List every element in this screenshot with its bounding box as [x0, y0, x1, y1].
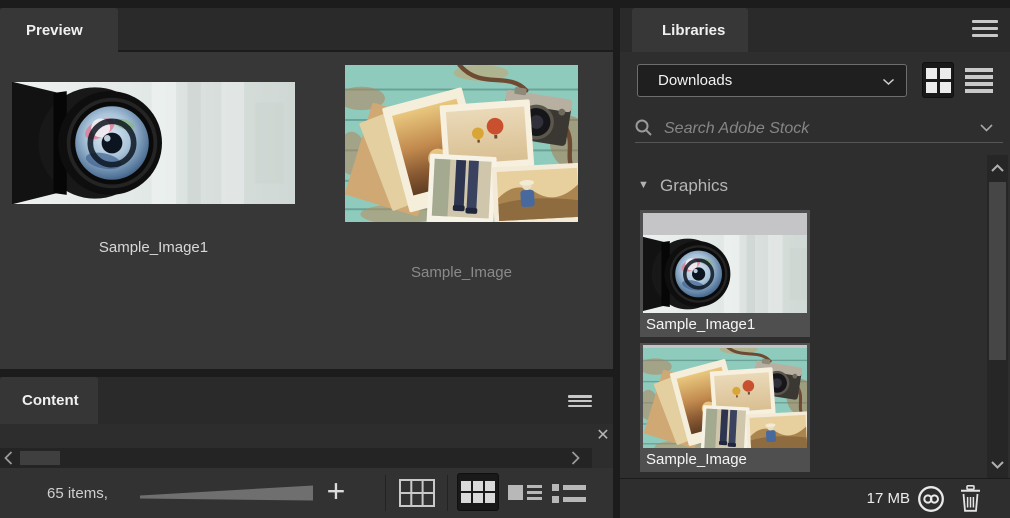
details-view-button[interactable] — [506, 477, 544, 509]
library-item-sample-image1[interactable]: Sample_Image1 — [640, 210, 810, 337]
scroll-up-icon[interactable] — [991, 164, 1004, 172]
library-grid-icon — [925, 67, 951, 93]
toolbar-divider — [447, 475, 448, 511]
delete-trash-icon[interactable] — [960, 485, 981, 512]
preview-image-label: Sample_Image1 — [98, 239, 209, 256]
tab-libraries[interactable]: Libraries — [632, 8, 748, 52]
content-toolbar: 65 items, + — [0, 468, 613, 518]
scroll-down-icon[interactable] — [991, 461, 1004, 469]
grid-lock-view-button[interactable] — [397, 477, 437, 509]
toolbar-divider — [385, 475, 386, 511]
search-options-chevron-icon[interactable] — [980, 124, 993, 132]
libraries-footer: 17 MB — [620, 478, 1010, 518]
app-window: Preview Sample_Image1 Sample_Image Conte… — [0, 0, 1010, 518]
storage-size-label: 17 MB — [866, 490, 910, 507]
close-icon[interactable]: ✕ — [593, 426, 613, 446]
scroll-left-icon[interactable] — [4, 451, 13, 465]
library-list-icon — [965, 67, 993, 93]
content-tab-label: Content — [22, 392, 79, 409]
panel-menu-icon[interactable] — [568, 395, 592, 407]
grid-lock-icon — [399, 479, 435, 507]
vertical-scrollbar[interactable] — [987, 155, 1008, 478]
photo-collage-thumbnail — [643, 348, 807, 448]
library-item-sample-image[interactable]: Sample_Image — [640, 343, 810, 472]
collapse-triangle-icon: ▼ — [638, 179, 649, 191]
preview-image-photo-collage[interactable] — [345, 65, 578, 222]
hscroll-thumb[interactable] — [20, 451, 60, 465]
details-view-icon — [508, 485, 542, 500]
content-panel: Content ✕ 65 items, + — [0, 377, 613, 518]
library-thumbnail — [643, 345, 807, 448]
thumbnail-view-button[interactable] — [457, 473, 499, 511]
library-list-view-button[interactable] — [963, 64, 995, 96]
library-item-label: Sample_Image — [646, 451, 747, 468]
graphics-section-header[interactable]: ▼ Graphics — [638, 176, 838, 196]
libraries-tab-label: Libraries — [662, 21, 726, 39]
library-folder-select[interactable]: Downloads — [637, 64, 907, 97]
search-input[interactable] — [662, 116, 966, 142]
preview-image-label: Sample_Image — [411, 264, 512, 281]
search-underline — [635, 142, 1003, 143]
library-grid-view-button[interactable] — [922, 62, 954, 98]
creative-cloud-sync-icon[interactable] — [917, 485, 945, 513]
increase-thumbnail-size-icon[interactable]: + — [322, 473, 350, 509]
content-subheader — [0, 424, 613, 448]
scroll-right-icon[interactable] — [571, 451, 580, 465]
items-count-label: 65 items, — [47, 485, 108, 502]
vscroll-thumb[interactable] — [989, 182, 1006, 360]
search-icon — [635, 119, 652, 136]
list-view-icon — [552, 483, 586, 503]
tab-content[interactable]: Content — [0, 377, 98, 424]
horizontal-scrollbar[interactable] — [0, 448, 613, 468]
thumbnail-grid-icon — [461, 481, 495, 503]
graphics-section-label: Graphics — [660, 176, 729, 195]
preview-image-camera-lens[interactable] — [12, 82, 295, 204]
libraries-panel: Libraries Downloads Search Adobe Stock ▼… — [620, 0, 1010, 518]
library-folder-value: Downloads — [658, 72, 733, 89]
preview-panel: Preview Sample_Image1 Sample_Image — [0, 0, 613, 369]
tab-preview[interactable]: Preview — [0, 8, 118, 52]
thumbnail-size-slider[interactable] — [140, 485, 313, 501]
chevron-down-icon — [883, 79, 894, 85]
library-item-label: Sample_Image1 — [646, 316, 756, 333]
library-thumbnail — [643, 213, 807, 313]
preview-tab-label: Preview — [26, 21, 83, 39]
scrollbar-corner — [592, 448, 613, 468]
camera-lens-thumbnail — [643, 235, 807, 313]
list-view-button[interactable] — [550, 477, 588, 509]
panel-menu-icon[interactable] — [972, 20, 998, 37]
